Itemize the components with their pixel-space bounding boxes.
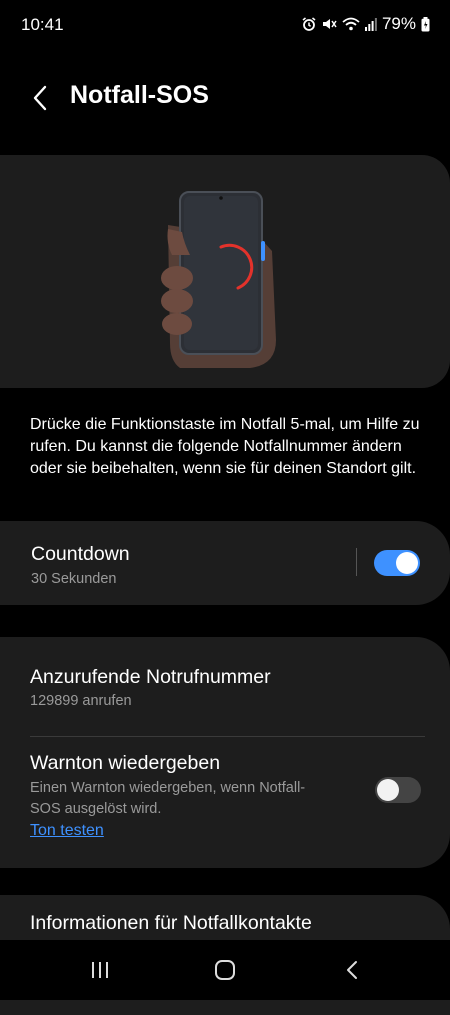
navigation-bar: [0, 940, 450, 1000]
description-text: Drücke die Funktionstaste im Notfall 5-m…: [30, 416, 420, 477]
recent-apps-button[interactable]: [82, 954, 118, 986]
page-title: Notfall-SOS: [70, 81, 209, 109]
status-bar: 10:41 79%: [0, 0, 450, 50]
status-time: 10:41: [21, 15, 64, 34]
home-button[interactable]: [207, 954, 243, 986]
phone-in-hand-illustration: [161, 191, 276, 368]
toggle-knob: [377, 779, 399, 801]
signal-icon: [364, 17, 377, 31]
alarm-icon: [302, 17, 316, 31]
battery-icon: [421, 16, 430, 32]
emergency-contacts-title[interactable]: Informationen für Notfallkontakte: [30, 912, 312, 935]
wifi-icon: [342, 17, 360, 31]
back-button[interactable]: [22, 80, 58, 116]
warning-tone-toggle[interactable]: [375, 777, 421, 803]
mute-icon: [321, 17, 337, 31]
chevron-left-icon: [33, 85, 47, 111]
divider: [30, 736, 425, 737]
warning-tone-title[interactable]: Warnton wiedergeben: [30, 752, 220, 775]
countdown-toggle[interactable]: [374, 550, 420, 576]
countdown-title: Countdown: [31, 543, 130, 565]
emergency-number-title[interactable]: Anzurufende Notrufnummer: [30, 666, 271, 689]
back-nav-button[interactable]: [334, 954, 370, 986]
recent-apps-icon: [92, 962, 108, 978]
app-header: Notfall-SOS: [0, 70, 450, 126]
divider: [356, 548, 357, 576]
home-icon: [215, 960, 235, 980]
battery-percent: 79%: [381, 14, 416, 33]
status-icons: 79%: [302, 14, 430, 34]
test-tone-link[interactable]: Ton testen: [30, 822, 104, 840]
chevron-left-icon: [347, 961, 357, 979]
toggle-knob: [396, 552, 418, 574]
warning-tone-subtitle: Einen Warnton wiedergeben, wenn Notfall-…: [30, 780, 306, 817]
illustration-card: [0, 155, 450, 388]
countdown-subtitle: 30 Sekunden: [31, 571, 117, 587]
emergency-number-subtitle: 129899 anrufen: [30, 693, 132, 709]
